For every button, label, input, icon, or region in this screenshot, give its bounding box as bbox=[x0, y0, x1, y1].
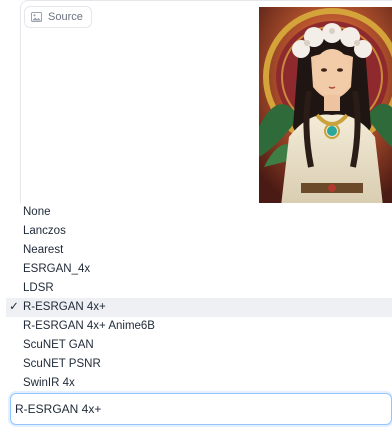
upscaler-option-scunet-psnr[interactable]: ScuNET PSNR bbox=[6, 355, 392, 374]
source-image-panel[interactable]: Source bbox=[20, 0, 392, 206]
upscaler-option-r-esrgan-4x-plus[interactable]: ✓ R-ESRGAN 4x+ bbox=[6, 298, 392, 317]
check-icon: ✓ bbox=[9, 301, 19, 313]
upscaler-select-input[interactable]: R-ESRGAN 4x+ bbox=[10, 393, 392, 425]
image-icon bbox=[31, 12, 42, 22]
upscaler-option-nearest[interactable]: Nearest bbox=[6, 241, 392, 260]
upscaler-option-r-esrgan-4x-plus-anime6b[interactable]: R-ESRGAN 4x+ Anime6B bbox=[6, 317, 392, 336]
upscaler-option-swinir-4x[interactable]: SwinIR 4x bbox=[6, 374, 392, 393]
upscaler-option-none[interactable]: None bbox=[6, 203, 392, 222]
source-label-text: Source bbox=[48, 11, 83, 23]
upscaler-option-lanczos[interactable]: Lanczos bbox=[6, 222, 392, 241]
upscaler-option-esrgan-4x[interactable]: ESRGAN_4x bbox=[6, 260, 392, 279]
upscaler-option-ldsr[interactable]: LDSR bbox=[6, 279, 392, 298]
source-image bbox=[259, 7, 392, 206]
upscaler-dropdown-list: None Lanczos Nearest ESRGAN_4x LDSR ✓ R-… bbox=[6, 203, 392, 393]
source-label: Source bbox=[24, 6, 92, 28]
upscaler-option-scunet-gan[interactable]: ScuNET GAN bbox=[6, 336, 392, 355]
